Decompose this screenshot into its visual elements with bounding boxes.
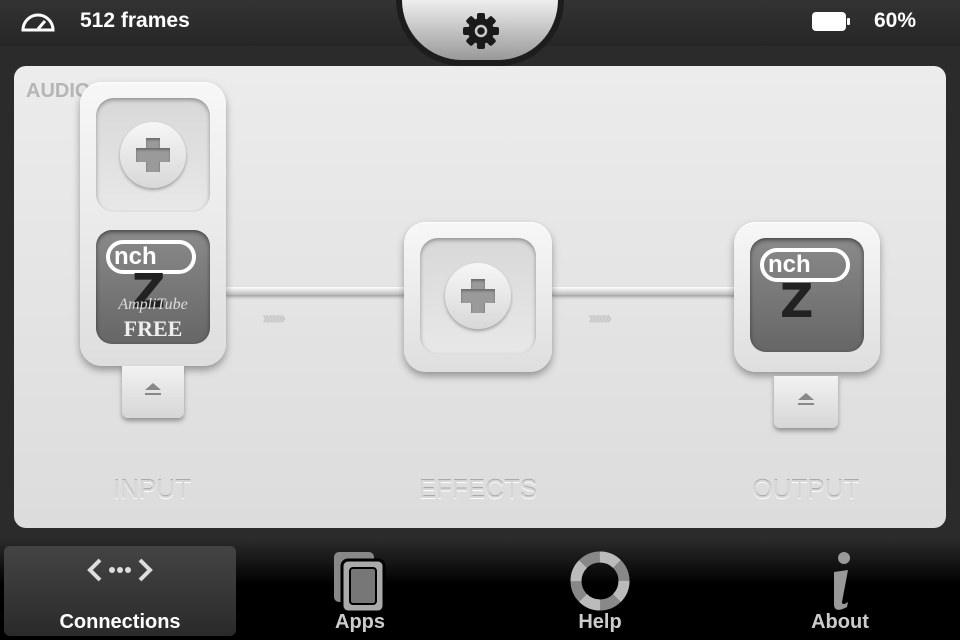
add-icon	[445, 263, 511, 329]
apps-icon	[334, 552, 386, 614]
frame-count: 512 frames	[80, 9, 190, 32]
input-app-icon[interactable]: nch Z AmpliTube FREE	[96, 230, 210, 344]
output-eject-button[interactable]	[774, 376, 838, 428]
add-effect-slot[interactable]	[420, 238, 536, 354]
tab-about[interactable]: About	[724, 546, 956, 636]
tab-label: Connections	[59, 611, 181, 633]
effects-output-wire	[550, 287, 738, 295]
gear-icon	[463, 13, 499, 49]
battery-percent: 60%	[874, 9, 917, 32]
add-icon	[120, 122, 186, 188]
lifebuoy-icon	[570, 551, 630, 611]
tab-label: Help	[578, 611, 622, 633]
app-name: AmpliTube	[118, 296, 188, 313]
z-logo: Z	[780, 274, 814, 328]
effects-label: EFFECTS	[418, 474, 538, 504]
app-tag: FREE	[123, 316, 183, 341]
flow-chevrons-2: ›››››››	[588, 308, 612, 328]
tab-connections[interactable]: Connections	[4, 546, 236, 636]
tab-label: Apps	[335, 611, 385, 633]
input-label: INPUT	[113, 474, 191, 504]
connections-icon	[87, 558, 153, 582]
gauge-icon	[21, 13, 55, 32]
battery-icon	[812, 12, 850, 31]
tab-label: About	[811, 611, 869, 633]
output-label: OUTPUT	[752, 474, 860, 504]
tab-apps[interactable]: Apps	[244, 546, 476, 636]
add-input-slot[interactable]	[96, 98, 210, 212]
output-app-icon[interactable]: nch Z	[750, 238, 864, 352]
info-icon	[834, 552, 850, 610]
input-effects-wire	[224, 287, 408, 295]
input-eject-button[interactable]	[122, 366, 184, 418]
settings-button[interactable]	[396, 0, 564, 66]
flow-chevrons-1: ›››››››	[262, 308, 286, 328]
tab-bar: Connections Apps Help About	[0, 540, 960, 640]
tab-help[interactable]: Help	[484, 546, 716, 636]
